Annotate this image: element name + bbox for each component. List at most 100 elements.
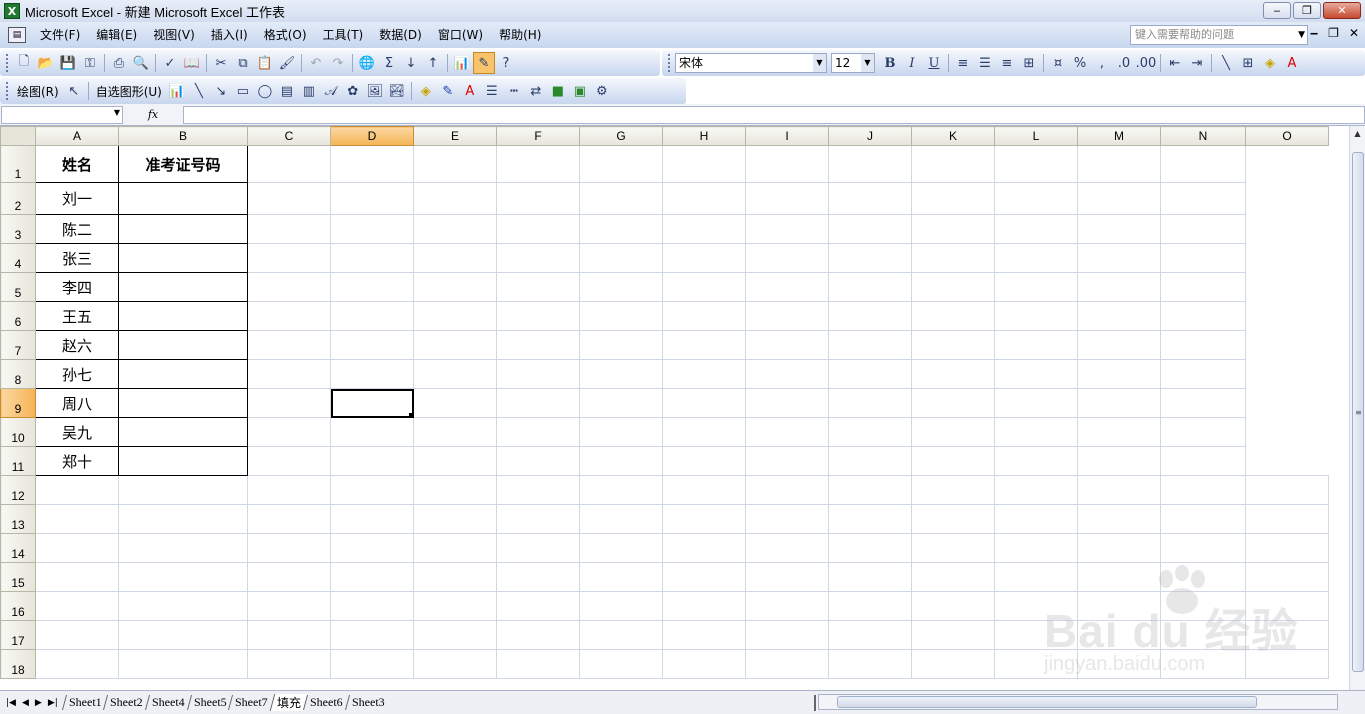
scroll-up-icon[interactable]: ▲ xyxy=(1350,126,1365,142)
cell[interactable] xyxy=(496,388,580,418)
cell[interactable] xyxy=(496,533,580,563)
options-icon[interactable]: ⚙ xyxy=(591,80,613,102)
cell[interactable] xyxy=(745,359,829,389)
fill-handle[interactable] xyxy=(409,413,413,417)
fill-color-icon[interactable]: ◈ xyxy=(1259,52,1281,74)
cell[interactable] xyxy=(35,562,119,592)
cell[interactable] xyxy=(1077,446,1161,476)
cell[interactable] xyxy=(994,504,1078,534)
column-header-m[interactable]: M xyxy=(1077,126,1161,146)
cell[interactable] xyxy=(247,272,331,302)
cell-exam-id[interactable] xyxy=(118,359,248,389)
cell[interactable] xyxy=(496,620,580,650)
rectangle-tool-icon[interactable]: ▭ xyxy=(232,80,254,102)
cell[interactable] xyxy=(828,504,912,534)
cell[interactable] xyxy=(1160,591,1246,621)
cell[interactable] xyxy=(1160,446,1246,476)
cell-b1[interactable]: 准考证号码 xyxy=(118,145,248,183)
cell[interactable] xyxy=(247,562,331,592)
cell[interactable] xyxy=(579,533,663,563)
decrease-decimal-icon[interactable]: .00 xyxy=(1135,52,1157,74)
cell[interactable] xyxy=(496,504,580,534)
cell[interactable] xyxy=(247,533,331,563)
cell[interactable] xyxy=(994,388,1078,418)
align-center-icon[interactable]: ☰ xyxy=(974,52,996,74)
cell[interactable] xyxy=(247,359,331,389)
arrow-style-icon[interactable]: ⇄ xyxy=(525,80,547,102)
cell[interactable] xyxy=(247,182,331,215)
cell[interactable] xyxy=(911,243,995,273)
cell-a1[interactable]: 姓名 xyxy=(35,145,119,183)
cell[interactable] xyxy=(911,214,995,244)
cell[interactable] xyxy=(1160,388,1246,418)
cell-exam-id[interactable] xyxy=(118,417,248,447)
redo-icon[interactable]: ↷ xyxy=(327,52,349,74)
cell[interactable] xyxy=(330,475,414,505)
arrow-tool-icon[interactable]: ↘ xyxy=(210,80,232,102)
percent-icon[interactable]: % xyxy=(1069,52,1091,74)
cell[interactable] xyxy=(118,504,248,534)
cell[interactable] xyxy=(745,446,829,476)
draw-menu-button[interactable]: 绘图(R) xyxy=(13,83,63,100)
doc-minimize-button[interactable]: ‒ xyxy=(1310,26,1318,40)
sheet-tab[interactable]: Sheet4 xyxy=(145,695,191,710)
sheet-tab[interactable]: Sheet7 xyxy=(228,695,275,710)
cell[interactable] xyxy=(828,649,912,679)
cell[interactable] xyxy=(911,620,995,650)
chevron-down-icon[interactable]: ▼ xyxy=(813,54,826,72)
row-header[interactable]: 3 xyxy=(0,214,36,244)
restore-button[interactable]: ❐ xyxy=(1293,2,1321,19)
cell[interactable] xyxy=(745,301,829,331)
column-header-d[interactable]: D xyxy=(330,126,414,146)
cell[interactable] xyxy=(1077,388,1161,418)
cell[interactable] xyxy=(330,359,414,389)
menu-format[interactable]: 格式(O) xyxy=(256,25,315,45)
column-header-h[interactable]: H xyxy=(662,126,746,146)
research-icon[interactable]: 📖 xyxy=(181,52,203,74)
sheet-tab-active[interactable]: 填充 xyxy=(269,694,308,711)
cell[interactable] xyxy=(1077,504,1161,534)
cell-name[interactable]: 刘一 xyxy=(35,182,119,215)
row-header[interactable]: 5 xyxy=(0,272,36,302)
cell-name[interactable]: 李四 xyxy=(35,272,119,302)
cell[interactable] xyxy=(247,301,331,331)
cell-exam-id[interactable] xyxy=(118,243,248,273)
new-icon[interactable]: 🗋 xyxy=(13,52,35,74)
cell[interactable] xyxy=(1245,562,1329,592)
cell[interactable] xyxy=(579,475,663,505)
cell[interactable] xyxy=(828,330,912,360)
cell[interactable] xyxy=(911,272,995,302)
cell[interactable] xyxy=(247,417,331,447)
row-header[interactable]: 10 xyxy=(0,417,36,447)
cell[interactable] xyxy=(662,243,746,273)
cell[interactable] xyxy=(413,649,497,679)
cell[interactable] xyxy=(35,533,119,563)
cell[interactable] xyxy=(118,591,248,621)
dash-style-icon[interactable]: ┅ xyxy=(503,80,525,102)
cell[interactable] xyxy=(662,446,746,476)
menu-tools[interactable]: 工具(T) xyxy=(315,25,372,45)
cell[interactable] xyxy=(413,388,497,418)
cell[interactable] xyxy=(118,562,248,592)
cell[interactable] xyxy=(35,620,119,650)
cell[interactable] xyxy=(247,330,331,360)
cell[interactable] xyxy=(911,446,995,476)
picture-icon[interactable]: 🏞 xyxy=(386,80,408,102)
cell[interactable] xyxy=(330,504,414,534)
cell[interactable] xyxy=(662,562,746,592)
cell[interactable] xyxy=(745,388,829,418)
cell[interactable] xyxy=(247,475,331,505)
cell[interactable] xyxy=(330,145,414,183)
cell[interactable] xyxy=(994,591,1078,621)
column-header-b[interactable]: B xyxy=(118,126,248,146)
cell[interactable] xyxy=(35,504,119,534)
row-header[interactable]: 18 xyxy=(0,649,36,679)
cell[interactable] xyxy=(330,243,414,273)
cell[interactable] xyxy=(496,301,580,331)
cell[interactable] xyxy=(413,591,497,621)
menu-file[interactable]: 文件(F) xyxy=(32,25,88,45)
row-header[interactable]: 1 xyxy=(0,145,36,183)
column-header-j[interactable]: J xyxy=(828,126,912,146)
cell[interactable] xyxy=(994,475,1078,505)
print-icon[interactable]: ⎙ xyxy=(108,52,130,74)
